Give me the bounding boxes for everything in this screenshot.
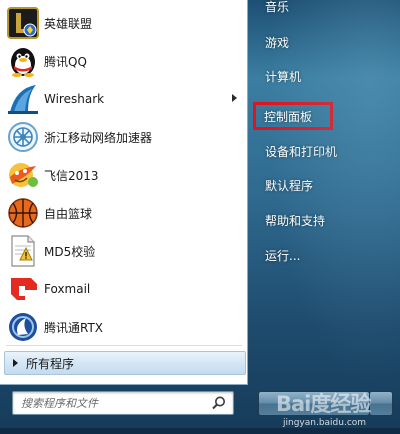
right-item-control-panel[interactable]: 控制面板: [253, 102, 333, 130]
submenu-arrow-icon[interactable]: [232, 94, 237, 102]
fetion-icon: [6, 158, 40, 192]
program-label: Wireshark: [44, 92, 105, 106]
taskbar-edge: [0, 428, 400, 434]
network-accelerator-icon: [6, 120, 40, 154]
right-item-computer[interactable]: 计算机: [258, 64, 392, 88]
program-item-rtx[interactable]: 腾讯通RTX: [2, 308, 245, 346]
right-item-default-programs[interactable]: 默认程序: [258, 173, 392, 197]
program-item-md5[interactable]: MD5校验: [2, 232, 245, 270]
right-item-label: 控制面板: [264, 109, 313, 124]
search-input[interactable]: [19, 394, 208, 413]
right-item-music[interactable]: 音乐: [258, 0, 392, 18]
right-item-label: 计算机: [265, 69, 302, 84]
right-item-label: 默认程序: [265, 178, 314, 193]
program-item-fetion[interactable]: 飞信2013: [2, 156, 245, 194]
program-item-freestyle-basketball[interactable]: 自由篮球: [2, 194, 245, 232]
wireshark-fin-icon: [6, 82, 40, 116]
program-item-foxmail[interactable]: Foxmail: [2, 270, 245, 308]
league-of-legends-icon: [6, 6, 40, 40]
all-programs-button[interactable]: 所有程序: [4, 351, 246, 375]
program-item-league-of-legends[interactable]: 英雄联盟: [2, 4, 245, 42]
start-menu: 英雄联盟 腾讯QQ Wireshark 浙江移动网络加速器 飞信2013 自由篮…: [0, 0, 400, 434]
right-item-run[interactable]: 运行...: [258, 243, 392, 267]
separator: [6, 345, 242, 346]
program-label: Foxmail: [44, 282, 91, 296]
watermark-logo: Bai度经验: [276, 392, 371, 416]
right-item-label: 游戏: [265, 35, 290, 50]
rtx-icon: [6, 310, 40, 344]
right-item-label: 帮助和支持: [265, 213, 326, 228]
expand-arrow-icon: [13, 359, 18, 367]
program-label: 英雄联盟: [44, 16, 93, 31]
shutdown-options-button[interactable]: [369, 391, 393, 416]
right-item-devices-and-printers[interactable]: 设备和打印机: [258, 139, 392, 163]
program-item-network-accelerator[interactable]: 浙江移动网络加速器: [2, 118, 245, 156]
program-label: 自由篮球: [44, 206, 93, 221]
right-item-label: 设备和打印机: [265, 144, 338, 159]
search-icon[interactable]: [211, 395, 227, 411]
program-label: 飞信2013: [44, 168, 99, 183]
qq-penguin-icon: [6, 44, 40, 78]
right-item-help-and-support[interactable]: 帮助和支持: [258, 208, 392, 232]
right-item-games[interactable]: 游戏: [258, 30, 392, 54]
program-label: 腾讯QQ: [44, 54, 87, 69]
program-item-qq[interactable]: 腾讯QQ: [2, 42, 245, 80]
right-item-label: 运行...: [265, 248, 301, 263]
right-item-label: 音乐: [265, 0, 290, 14]
search-box[interactable]: [12, 391, 234, 415]
program-label: 腾讯通RTX: [44, 320, 104, 335]
watermark-url: jingyan.baidu.com: [283, 418, 367, 428]
all-programs-label: 所有程序: [26, 356, 75, 371]
basketball-icon: [6, 196, 40, 230]
foxmail-icon: [6, 272, 40, 306]
program-label: 浙江移动网络加速器: [44, 130, 153, 145]
program-item-wireshark[interactable]: Wireshark: [2, 80, 245, 118]
program-label: MD5校验: [44, 244, 96, 259]
md5-document-icon: [6, 234, 40, 268]
programs-pane: 英雄联盟 腾讯QQ Wireshark 浙江移动网络加速器 飞信2013 自由篮…: [0, 0, 248, 385]
